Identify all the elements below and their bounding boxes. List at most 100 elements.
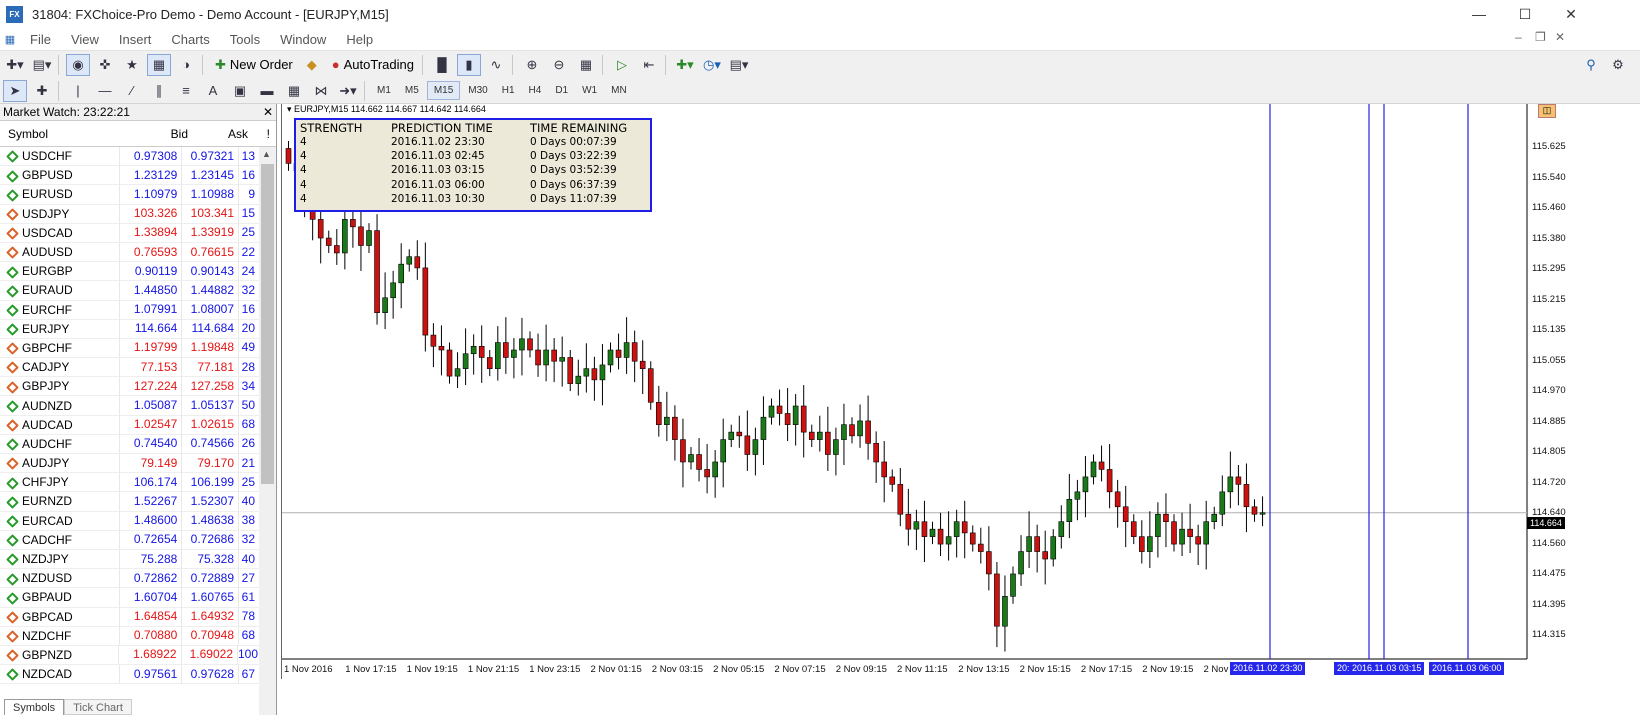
bar-chart-icon[interactable]: █: [430, 54, 454, 76]
close-icon[interactable]: ✕: [263, 105, 273, 119]
symbol-row-gbpaud[interactable]: GBPAUD 1.60704 1.60765 61: [0, 587, 259, 608]
symbol-row-usdchf[interactable]: USDCHF 0.97308 0.97321 13: [0, 146, 259, 167]
market-watch-scrollbar[interactable]: ▲: [259, 147, 276, 715]
auto-scroll-icon[interactable]: ▷: [610, 54, 634, 76]
vertical-line-icon[interactable]: |: [66, 80, 90, 102]
scroll-up-icon[interactable]: ▲: [262, 149, 271, 159]
symbol-row-eurjpy[interactable]: EURJPY 114.664 114.684 20: [0, 319, 259, 339]
timeframe-m15[interactable]: M15: [426, 81, 461, 100]
symbol-row-usdcad[interactable]: USDCAD 1.33894 1.33919 25: [0, 223, 259, 243]
symbol-row-audusd[interactable]: AUDUSD 0.76593 0.76615 22: [0, 242, 259, 263]
maximize-button[interactable]: ☐: [1502, 0, 1548, 28]
arrows-icon[interactable]: ➜▾: [336, 80, 360, 102]
symbol-row-eurgbp[interactable]: EURGBP 0.90119 0.90143 24: [0, 261, 259, 282]
mdi-restore-button[interactable]: ❐: [1535, 30, 1546, 44]
timeframe-w1[interactable]: W1: [576, 82, 603, 99]
mdi-close-button[interactable]: ✕: [1555, 30, 1565, 44]
menu-insert[interactable]: Insert: [109, 32, 162, 47]
mdi-minimize-button[interactable]: –: [1515, 30, 1522, 44]
timeframe-m5[interactable]: M5: [399, 82, 425, 99]
lock-icon[interactable]: ◫: [1538, 104, 1556, 118]
column-bid[interactable]: Bid: [126, 127, 192, 141]
price-up-icon: [6, 534, 19, 548]
timeframe-d1[interactable]: D1: [549, 82, 574, 99]
terminal-icon[interactable]: ▦: [147, 53, 171, 76]
symbol-row-audcad[interactable]: AUDCAD 1.02547 1.02615 68: [0, 415, 259, 435]
menu-file[interactable]: File: [20, 32, 61, 47]
periods-icon[interactable]: ◷▾: [700, 54, 724, 76]
zoom-in-icon[interactable]: ⊕: [520, 54, 544, 76]
menu-charts[interactable]: Charts: [161, 32, 219, 47]
horizontal-line-icon[interactable]: —: [93, 80, 117, 102]
symbol-row-gbpcad[interactable]: GBPCAD 1.64854 1.64932 78: [0, 607, 259, 627]
symbol-row-chfjpy[interactable]: CHFJPY 106.174 106.199 25: [0, 472, 259, 493]
zoom-out-icon[interactable]: ⊖: [547, 54, 571, 76]
tab-tick-chart[interactable]: Tick Chart: [64, 699, 132, 715]
pitchfork-icon[interactable]: ⋈: [309, 80, 333, 102]
data-window-icon[interactable]: ✜: [93, 54, 117, 76]
timeframe-m1[interactable]: M1: [371, 82, 397, 99]
gann-icon[interactable]: ▦: [282, 80, 306, 102]
navigator-icon[interactable]: ★: [120, 54, 144, 76]
indicators-icon[interactable]: ✚▾: [673, 54, 697, 76]
profiles-icon[interactable]: ▤▾: [30, 54, 54, 76]
timeframe-h4[interactable]: H4: [523, 82, 548, 99]
symbol-row-gbpnzd[interactable]: GBPNZD 1.68922 1.69022 100: [0, 645, 259, 666]
menu-help[interactable]: Help: [336, 32, 383, 47]
line-chart-icon[interactable]: ∿: [484, 54, 508, 76]
column-ask[interactable]: Ask: [192, 127, 252, 141]
menu-view[interactable]: View: [61, 32, 109, 47]
symbol-row-audjpy[interactable]: AUDJPY 79.149 79.170 21: [0, 453, 259, 474]
settings-icon[interactable]: ⚙: [1606, 54, 1630, 76]
symbol-row-nzdusd[interactable]: NZDUSD 0.72862 0.72889 27: [0, 568, 259, 589]
equidistant-channel-icon[interactable]: ∥: [147, 80, 171, 102]
symbol-row-audchf[interactable]: AUDCHF 0.74540 0.74566 26: [0, 434, 259, 454]
column-spread[interactable]: !: [252, 127, 274, 141]
text-label-icon[interactable]: ▣: [228, 80, 252, 102]
search-icon[interactable]: ⚲: [1579, 54, 1603, 76]
close-button[interactable]: ✕: [1548, 0, 1594, 28]
symbol-row-cadjpy[interactable]: CADJPY 77.153 77.181 28: [0, 357, 259, 378]
cursor-icon[interactable]: ➤: [3, 79, 27, 102]
minimize-button[interactable]: —: [1456, 0, 1502, 28]
symbol-row-nzdjpy[interactable]: NZDJPY 75.288 75.328 40: [0, 549, 259, 570]
symbol-row-eurcad[interactable]: EURCAD 1.48600 1.48638 38: [0, 511, 259, 531]
symbol-row-cadchf[interactable]: CADCHF 0.72654 0.72686 32: [0, 530, 259, 550]
strategy-tester-icon[interactable]: ◑: [174, 54, 198, 76]
chart-window[interactable]: ▾ EURJPY,M15 114.662 114.667 114.642 114…: [281, 104, 1640, 679]
symbol-row-gbpchf[interactable]: GBPCHF 1.19799 1.19848 49: [0, 338, 259, 359]
menu-tools[interactable]: Tools: [220, 32, 270, 47]
fibonacci-icon[interactable]: ≡: [174, 80, 198, 102]
new-order-button[interactable]: ✚ New Order: [211, 54, 297, 76]
timeframe-h1[interactable]: H1: [496, 82, 521, 99]
autotrading-button[interactable]: ● AutoTrading: [328, 54, 418, 76]
chart-shift-icon[interactable]: ⇤: [637, 54, 661, 76]
scrollbar-thumb[interactable]: [261, 164, 274, 484]
symbol-row-audnzd[interactable]: AUDNZD 1.05087 1.05137 50: [0, 396, 259, 416]
symbol-row-nzdchf[interactable]: NZDCHF 0.70880 0.70948 68: [0, 626, 259, 646]
symbol-row-nzdcad[interactable]: NZDCAD 0.97561 0.97628 67: [0, 664, 259, 685]
trendline-icon[interactable]: ∕: [120, 80, 144, 102]
rectangle-icon[interactable]: ▬: [255, 80, 279, 102]
new-chart-icon[interactable]: ✚▾: [3, 54, 27, 76]
document-menu-icon[interactable]: ▦: [0, 33, 20, 46]
crosshair-icon[interactable]: ✚: [30, 80, 54, 102]
symbol-row-eurchf[interactable]: EURCHF 1.07991 1.08007 16: [0, 300, 259, 320]
symbol-row-usdjpy[interactable]: USDJPY 103.326 103.341 15: [0, 204, 259, 224]
symbol-row-gbpusd[interactable]: GBPUSD 1.23129 1.23145 16: [0, 165, 259, 186]
text-icon[interactable]: A: [201, 80, 225, 102]
market-watch-icon[interactable]: ◉: [66, 53, 90, 76]
column-symbol[interactable]: Symbol: [0, 127, 126, 141]
symbol-row-gbpjpy[interactable]: GBPJPY 127.224 127.258 34: [0, 376, 259, 397]
timeframe-mn[interactable]: MN: [605, 82, 633, 99]
tile-windows-icon[interactable]: ▦: [574, 54, 598, 76]
candlestick-icon[interactable]: ▮: [456, 53, 481, 76]
metaeditor-icon[interactable]: ◆: [300, 54, 324, 76]
symbol-row-eurusd[interactable]: EURUSD 1.10979 1.10988 9: [0, 184, 259, 205]
symbol-row-euraud[interactable]: EURAUD 1.44850 1.44882 32: [0, 280, 259, 301]
timeframe-m30[interactable]: M30: [462, 82, 493, 99]
symbol-row-eurnzd[interactable]: EURNZD 1.52267 1.52307 40: [0, 491, 259, 512]
templates-icon[interactable]: ▤▾: [727, 54, 751, 76]
tab-symbols[interactable]: Symbols: [4, 699, 65, 715]
menu-window[interactable]: Window: [270, 32, 336, 47]
